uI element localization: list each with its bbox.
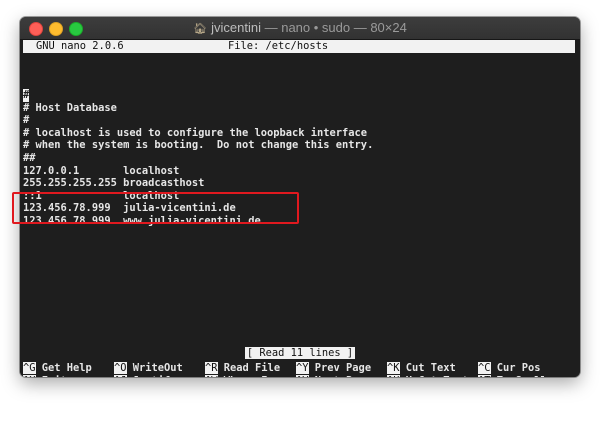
window-title: 🏠︎ jvicentini — nano • sudo — 80×24 xyxy=(20,20,580,35)
shortcut-label: To Spell xyxy=(491,375,547,378)
shortcut-key: ^T xyxy=(478,374,491,377)
shortcut-label: UnCut Text xyxy=(400,375,469,378)
shortcut-label: Cut Text xyxy=(399,362,456,374)
shortcut-justify[interactable]: ^J Justify xyxy=(114,374,177,378)
text-line[interactable]: ::1 localhost xyxy=(23,190,179,203)
shortcut-key: ^R xyxy=(205,362,218,374)
shortcut-key: ^O xyxy=(114,362,127,374)
shortcut-key: ^U xyxy=(387,374,400,377)
home-folder-icon: 🏠︎ xyxy=(193,23,208,35)
shortcut-label: Get Help xyxy=(35,362,92,374)
shortcut-label: Next Page xyxy=(309,375,371,378)
shortcut-writeout[interactable]: ^O WriteOut xyxy=(114,362,183,375)
text-cursor: # xyxy=(23,89,30,102)
shortcut-key: ^C xyxy=(478,362,491,374)
shortcut-read-file[interactable]: ^R Read File xyxy=(205,362,280,375)
shortcut-label: Prev Page xyxy=(308,362,372,374)
shortcut-to-spell[interactable]: ^T To Spell xyxy=(478,374,547,378)
text-line[interactable]: # Host Database xyxy=(23,102,117,115)
shortcut-label: Where Is xyxy=(218,375,274,378)
shortcut-cur-pos[interactable]: ^C Cur Pos xyxy=(478,362,541,375)
text-line[interactable]: 127.0.0.1 localhost xyxy=(23,165,179,178)
shortcut-label: WriteOut xyxy=(126,362,183,374)
window-titlebar[interactable]: 🏠︎ jvicentini — nano • sudo — 80×24 xyxy=(20,17,580,40)
shortcut-key: ^W xyxy=(205,374,218,377)
nano-status-bar: [ Read 11 lines ] xyxy=(20,347,580,360)
shortcut-next-page[interactable]: ^V Next Page xyxy=(296,374,371,378)
nano-status-message: [ Read 11 lines ] xyxy=(244,347,356,359)
shortcut-label: Exit xyxy=(36,375,67,378)
text-line[interactable]: 255.255.255.255 broadcasthost xyxy=(23,177,204,190)
shortcut-key: ^K xyxy=(387,362,400,374)
window-title-user: jvicentini xyxy=(211,20,261,35)
nano-header-bar: GNU nano 2.0.6 File: /etc/hosts xyxy=(23,40,575,53)
text-line[interactable]: 123.456.78.999 julia-vicentini.de xyxy=(23,202,236,215)
shortcut-cut-text[interactable]: ^K Cut Text xyxy=(387,362,456,375)
shortcut-get-help[interactable]: ^G Get Help xyxy=(23,362,92,375)
shortcut-key: ^V xyxy=(296,374,309,377)
shortcut-key: ^J xyxy=(114,374,127,377)
text-line[interactable]: ## xyxy=(23,152,36,165)
shortcut-key: ^G xyxy=(23,362,36,374)
shortcut-label: Justify xyxy=(127,375,177,378)
shortcut-key: ^X xyxy=(23,374,36,377)
text-line[interactable]: # when the system is booting. Do not cha… xyxy=(23,139,373,152)
shortcut-where-is[interactable]: ^W Where Is xyxy=(205,374,274,378)
nano-version: GNU nano 2.0.6 xyxy=(36,40,124,52)
text-line[interactable]: # localhost is used to configure the loo… xyxy=(23,127,367,140)
shortcut-label: Read File xyxy=(217,362,281,374)
terminal-window: 🏠︎ jvicentini — nano • sudo — 80×24 GNU n… xyxy=(20,17,580,377)
shortcut-prev-page[interactable]: ^Y Prev Page xyxy=(296,362,371,375)
shortcut-exit[interactable]: ^X Exit xyxy=(23,374,67,378)
nano-file-name: File: /etc/hosts xyxy=(228,40,329,52)
text-line[interactable]: # xyxy=(23,114,29,127)
terminal-content[interactable]: GNU nano 2.0.6 File: /etc/hosts # # Host … xyxy=(20,40,580,377)
text-line[interactable]: # xyxy=(23,89,30,102)
window-title-rest: — nano • sudo — 80×24 xyxy=(260,20,407,35)
shortcut-uncut-text[interactable]: ^U UnCut Text xyxy=(387,374,469,378)
shortcut-key: ^Y xyxy=(296,362,309,374)
text-line[interactable]: 123.456.78.999 www.julia-vicentini.de xyxy=(23,215,261,228)
shortcut-label: Cur Pos xyxy=(490,362,541,374)
